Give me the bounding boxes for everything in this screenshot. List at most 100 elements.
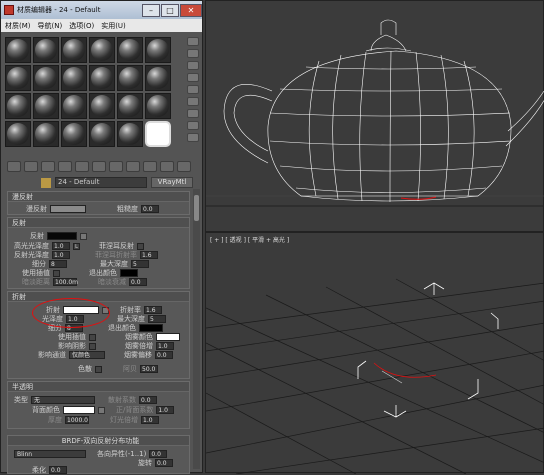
get-material-icon[interactable] xyxy=(7,161,21,172)
menu-utilities[interactable]: 实用(U) xyxy=(101,21,126,31)
scatter-coeff-field[interactable]: 0.0 xyxy=(139,396,157,404)
sample-slot[interactable] xyxy=(89,121,115,147)
rotation-field[interactable]: 0.0 xyxy=(155,459,173,467)
sample-slot[interactable] xyxy=(117,65,143,91)
sample-slot[interactable] xyxy=(33,93,59,119)
reset-map-icon[interactable] xyxy=(58,161,72,172)
sample-slot-active[interactable] xyxy=(145,121,171,147)
refract-max-depth-field[interactable]: 5 xyxy=(148,315,166,323)
sample-type-icon[interactable] xyxy=(187,37,199,46)
brdf-type-dropdown[interactable]: Blinn xyxy=(14,450,86,458)
roughness-field[interactable]: 0.0 xyxy=(141,205,159,213)
go-to-parent-icon[interactable] xyxy=(177,161,191,172)
background-icon[interactable] xyxy=(187,61,199,70)
reflect-map-button[interactable] xyxy=(80,232,87,240)
fog-multiplier-field[interactable]: 1.0 xyxy=(156,342,174,350)
basic-params-panel: 漫反射 漫反射 粗糙度 0.0 xyxy=(7,191,190,215)
sample-slot[interactable] xyxy=(117,37,143,63)
light-multiplier-field[interactable]: 1.0 xyxy=(141,416,159,424)
maximize-button[interactable]: □ xyxy=(161,3,179,17)
sample-slot[interactable] xyxy=(61,93,87,119)
sample-slot[interactable] xyxy=(89,93,115,119)
put-to-scene-icon[interactable] xyxy=(24,161,38,172)
reflect-exit-color-swatch[interactable] xyxy=(120,269,138,277)
make-unique-icon[interactable] xyxy=(92,161,106,172)
options-icon[interactable] xyxy=(187,109,199,118)
reflect-gloss-field[interactable]: 1.0 xyxy=(52,251,70,259)
material-navigator-icon[interactable] xyxy=(187,133,199,142)
sample-slot[interactable] xyxy=(5,93,31,119)
affect-shadows-checkbox[interactable] xyxy=(89,342,96,350)
reflect-color-swatch[interactable] xyxy=(47,232,77,240)
sample-slot[interactable] xyxy=(89,65,115,91)
sample-slot[interactable] xyxy=(117,93,143,119)
sample-slot[interactable] xyxy=(5,121,31,147)
panel-header[interactable]: 折射 xyxy=(8,292,189,302)
backlight-icon[interactable] xyxy=(187,49,199,58)
sample-slot[interactable] xyxy=(145,65,171,91)
translucency-type-dropdown[interactable]: 无 xyxy=(31,396,95,404)
show-end-result-icon[interactable] xyxy=(160,161,174,172)
dim-distance-field[interactable]: 100.0m xyxy=(53,278,78,286)
fresnel-checkbox[interactable] xyxy=(137,242,144,250)
sample-slot[interactable] xyxy=(61,121,87,147)
material-type-button[interactable]: VRayMtl xyxy=(151,177,193,188)
panel-header[interactable]: 半透明 xyxy=(8,382,189,392)
sample-slot[interactable] xyxy=(89,37,115,63)
sample-slot[interactable] xyxy=(33,121,59,147)
reflect-use-interp-checkbox[interactable] xyxy=(53,269,60,277)
material-id-icon[interactable] xyxy=(126,161,140,172)
back-color-map-button[interactable] xyxy=(98,406,105,414)
video-check-icon[interactable] xyxy=(187,85,199,94)
thickness-field[interactable]: 1000.0 xyxy=(65,416,89,424)
panel-header[interactable]: BRDF-双向反射分布功能 xyxy=(8,436,189,446)
menu-options[interactable]: 选项(O) xyxy=(69,21,94,31)
reflect-subdivs-field[interactable]: 8 xyxy=(49,260,67,268)
anisotropy-field[interactable]: 0.0 xyxy=(149,450,168,458)
select-by-material-icon[interactable] xyxy=(187,121,199,130)
abbe-field[interactable]: 50.0 xyxy=(140,365,158,373)
sample-slot[interactable] xyxy=(33,37,59,63)
put-to-library-icon[interactable] xyxy=(109,161,123,172)
back-color-swatch[interactable] xyxy=(63,406,95,414)
fresnel-ior-field[interactable]: 1.6 xyxy=(140,251,158,259)
viewport-perspective[interactable]: [ + ] [ 透视 ] [ 平滑 + 高光 ] xyxy=(205,232,544,474)
sample-slot[interactable] xyxy=(61,65,87,91)
sample-slot[interactable] xyxy=(61,37,87,63)
close-button[interactable]: ✕ xyxy=(180,3,202,17)
viewport-top[interactable] xyxy=(205,0,544,232)
fog-bias-field[interactable]: 0.0 xyxy=(155,351,173,359)
sample-slot[interactable] xyxy=(5,37,31,63)
fog-color-swatch[interactable] xyxy=(156,333,180,341)
panel-header[interactable]: 反射 xyxy=(8,218,189,228)
sample-slot[interactable] xyxy=(117,121,143,147)
panel-scrollbar[interactable] xyxy=(193,189,200,469)
make-preview-icon[interactable] xyxy=(187,97,199,106)
sample-slot[interactable] xyxy=(5,65,31,91)
eyedropper-icon[interactable] xyxy=(41,177,51,188)
show-in-viewport-icon[interactable] xyxy=(143,161,157,172)
reflect-max-depth-field[interactable]: 5 xyxy=(131,260,149,268)
diffuse-color-swatch[interactable] xyxy=(50,205,86,213)
copy-material-icon[interactable] xyxy=(75,161,89,172)
dispersion-checkbox[interactable] xyxy=(95,365,102,373)
ior-field[interactable]: 1.6 xyxy=(144,306,162,314)
scrollbar-thumb[interactable] xyxy=(194,195,199,221)
panel-header[interactable]: 漫反射 xyxy=(8,192,189,202)
refract-use-interp-checkbox[interactable] xyxy=(89,333,96,341)
assign-to-selection-icon[interactable] xyxy=(41,161,55,172)
menu-navigation[interactable]: 导航(N) xyxy=(38,21,63,31)
refract-exit-color-swatch[interactable] xyxy=(139,324,163,332)
fwd-back-coeff-field[interactable]: 1.0 xyxy=(156,406,175,414)
material-name-field[interactable]: 24 - Default xyxy=(55,177,147,188)
menu-material[interactable]: 材质(M) xyxy=(5,21,31,31)
affect-channels-dropdown[interactable]: 仅颜色 xyxy=(69,351,105,359)
hilight-lock-button[interactable]: L xyxy=(73,242,80,250)
sample-slot[interactable] xyxy=(145,93,171,119)
hilight-gloss-field[interactable]: 1.0 xyxy=(52,242,70,250)
dim-falloff-field[interactable]: 0.0 xyxy=(129,278,147,286)
sample-slot[interactable] xyxy=(145,37,171,63)
uv-tiling-icon[interactable] xyxy=(187,73,199,82)
sample-slot[interactable] xyxy=(33,65,59,91)
minimize-button[interactable]: – xyxy=(142,3,160,17)
